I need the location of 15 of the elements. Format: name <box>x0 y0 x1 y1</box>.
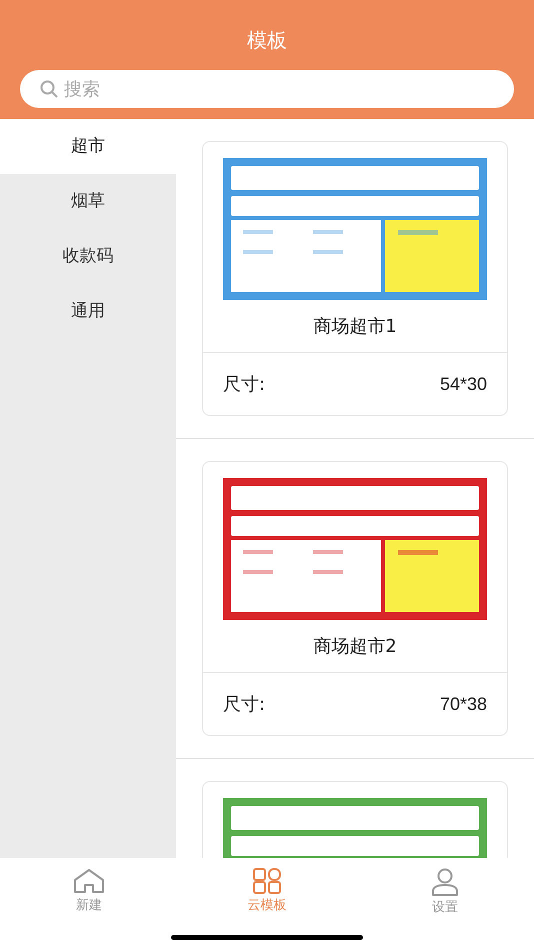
template-name: 商场超市1 <box>313 314 397 338</box>
search-field[interactable]: 搜索 <box>20 70 514 108</box>
sidebar-item[interactable]: 超市 <box>0 119 176 174</box>
user-icon <box>431 868 459 896</box>
size-label: 尺寸: <box>223 692 266 716</box>
template-name: 商场超市2 <box>313 634 397 658</box>
template-card[interactable]: 商场超市2 尺寸: 70*38 <box>202 461 508 736</box>
home-icon <box>73 868 105 894</box>
grid-icon <box>253 868 281 894</box>
size-value: 70*38 <box>440 692 487 716</box>
size-label: 尺寸: <box>223 372 266 396</box>
template-card[interactable]: 商场超市1 尺寸: 54*30 <box>202 141 508 416</box>
page-title: 模板 <box>247 27 287 54</box>
search-icon <box>40 80 58 98</box>
size-value: 54*30 <box>440 372 487 396</box>
